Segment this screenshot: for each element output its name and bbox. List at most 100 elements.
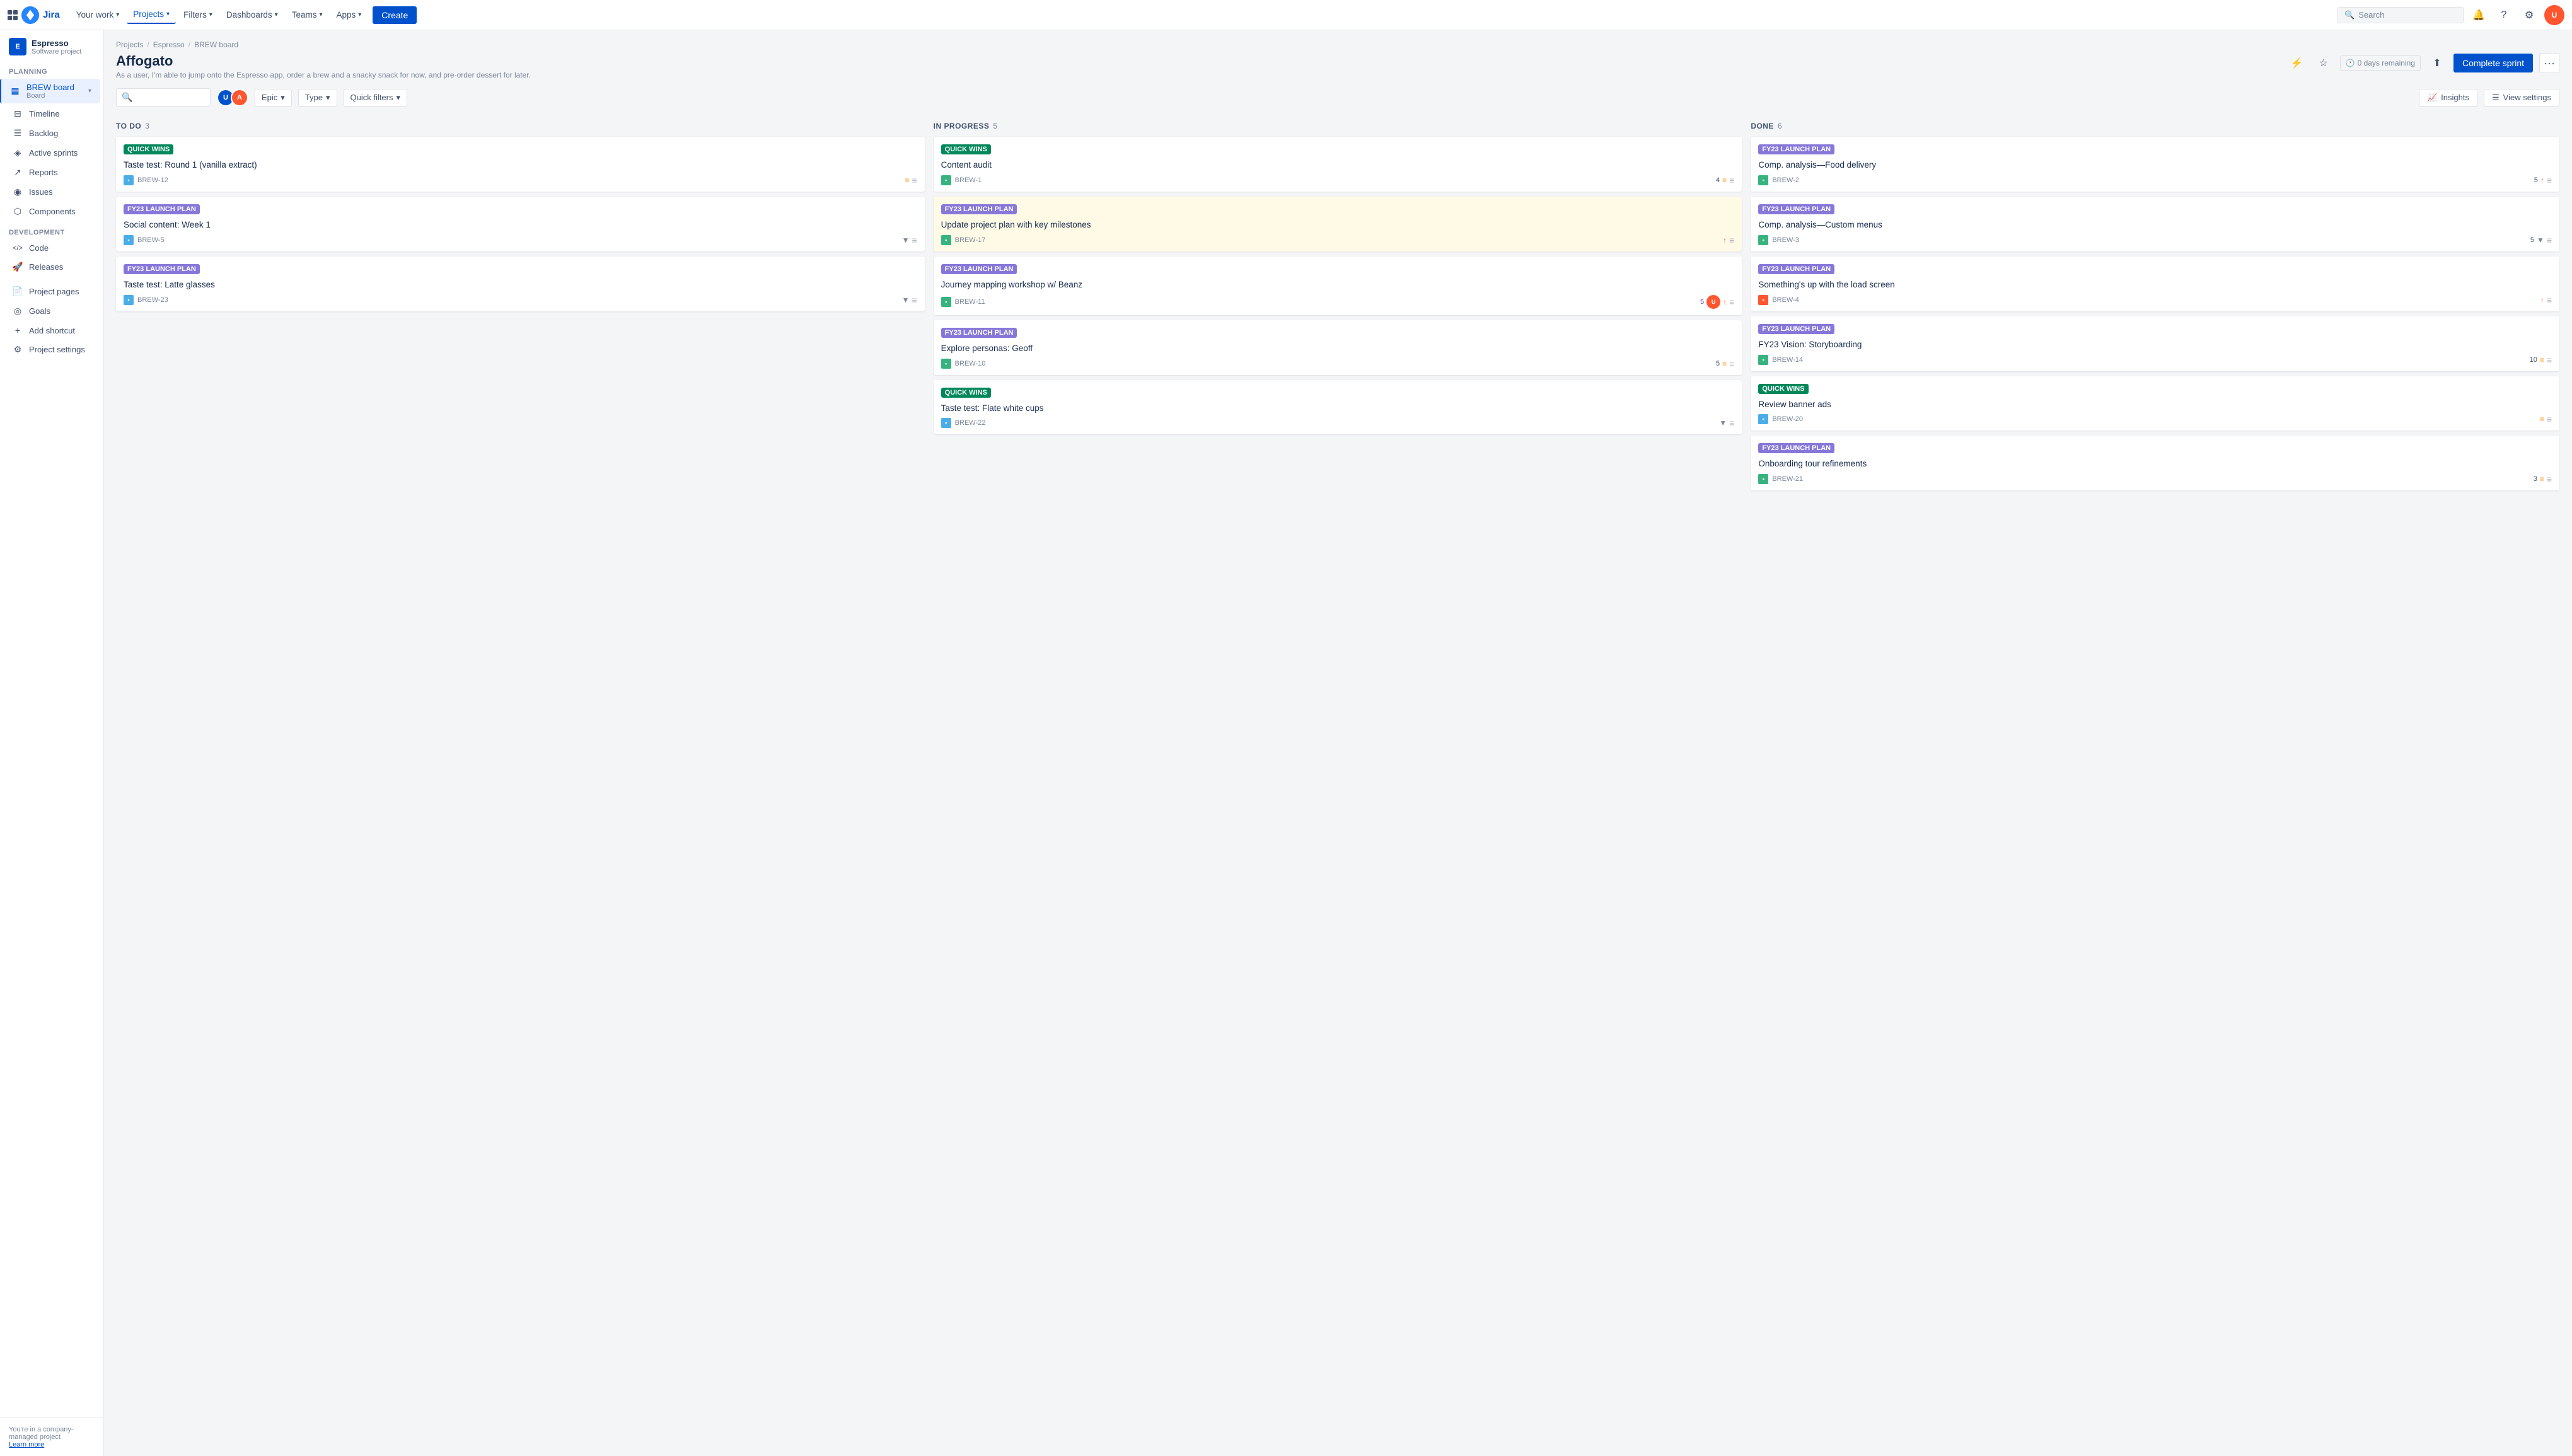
- sidebar-item-timeline[interactable]: ⊟ Timeline: [3, 105, 100, 123]
- card-chevron-icon[interactable]: ▼: [1719, 419, 1727, 427]
- card-footer-right: ↑ ≡: [1723, 235, 1734, 245]
- complete-sprint-button[interactable]: Complete sprint: [2453, 54, 2533, 72]
- create-button[interactable]: Create: [373, 6, 417, 24]
- card-chevron-icon[interactable]: ▼: [2537, 236, 2544, 245]
- sidebar-item-goals[interactable]: ◎ Goals: [3, 302, 100, 320]
- kanban-board: TO DO 3 QUICK WINS Taste test: Round 1 (…: [116, 117, 2559, 490]
- card-menu-icon[interactable]: ≡: [1729, 418, 1734, 428]
- card-footer-right: 5 ↑ ≡: [2534, 175, 2552, 185]
- learn-more-link[interactable]: Learn more: [9, 1441, 44, 1448]
- search-box[interactable]: 🔍 Search: [2337, 7, 2464, 23]
- board-card[interactable]: FY23 LAUNCH PLAN Comp. analysis—Custom m…: [1751, 197, 2559, 251]
- chevron-down-icon: ▾: [396, 93, 400, 103]
- card-menu-icon[interactable]: ≡: [2547, 295, 2552, 305]
- breadcrumb-projects[interactable]: Projects: [116, 40, 143, 49]
- sidebar-item-project-settings[interactable]: ⚙ Project settings: [3, 340, 100, 359]
- card-menu-icon[interactable]: ≡: [2547, 355, 2552, 365]
- board-card[interactable]: QUICK WINS Taste test: Flate white cups …: [934, 380, 1742, 435]
- board-card[interactable]: FY23 LAUNCH PLAN Something's up with the…: [1751, 257, 2559, 311]
- star-button[interactable]: ☆: [2314, 53, 2334, 73]
- sidebar-item-active-sprints[interactable]: ◈ Active sprints: [3, 144, 100, 162]
- card-id: BREW-3: [1772, 236, 1799, 244]
- card-menu-icon[interactable]: ≡: [2547, 474, 2552, 484]
- sidebar-item-backlog-label: Backlog: [29, 129, 58, 138]
- card-chevron-icon[interactable]: ▼: [902, 236, 910, 245]
- kanban-column-done: DONE 6 FY23 LAUNCH PLAN Comp. analysis—F…: [1751, 117, 2559, 490]
- board-card[interactable]: QUICK WINS Content audit ▪ BREW-1 4 ≡ ≡: [934, 137, 1742, 192]
- board-card[interactable]: QUICK WINS Taste test: Round 1 (vanilla …: [116, 137, 925, 192]
- your-work-menu[interactable]: Your work ▾: [70, 6, 126, 23]
- card-chevron-icon[interactable]: ▼: [902, 296, 910, 304]
- card-footer-right: ▼ ≡: [1719, 418, 1734, 428]
- type-dropdown[interactable]: Type ▾: [298, 89, 337, 107]
- board-card[interactable]: FY23 LAUNCH PLAN Update project plan wit…: [934, 197, 1742, 251]
- sidebar-item-add-shortcut[interactable]: + Add shortcut: [3, 321, 100, 339]
- card-label: FY23 LAUNCH PLAN: [1758, 324, 1834, 334]
- card-menu-icon[interactable]: ≡: [1729, 235, 1734, 245]
- card-menu-icon[interactable]: ≡: [1729, 297, 1734, 307]
- column-title: IN PROGRESS: [934, 122, 990, 130]
- chevron-down-icon: ▾: [319, 11, 322, 18]
- board-search-input[interactable]: [136, 93, 205, 102]
- sidebar-item-backlog[interactable]: ☰ Backlog: [3, 124, 100, 142]
- notifications-button[interactable]: 🔔: [2469, 5, 2489, 25]
- board-card[interactable]: FY23 LAUNCH PLAN Journey mapping worksho…: [934, 257, 1742, 315]
- board-search-box[interactable]: 🔍: [116, 88, 211, 107]
- more-options-button[interactable]: ···: [2539, 53, 2559, 73]
- priority-icon: ↑: [2540, 296, 2544, 304]
- card-label: FY23 LAUNCH PLAN: [941, 204, 1017, 214]
- sidebar-item-reports[interactable]: ↗ Reports: [3, 163, 100, 182]
- help-button[interactable]: ?: [2494, 5, 2514, 25]
- avatar-user2[interactable]: A: [231, 89, 248, 107]
- card-title: Journey mapping workshop w/ Beanz: [941, 279, 1735, 291]
- story-points: 5: [1716, 360, 1720, 367]
- card-menu-icon[interactable]: ≡: [1729, 359, 1734, 369]
- card-label: QUICK WINS: [1758, 384, 1808, 394]
- card-menu-icon[interactable]: ≡: [2547, 175, 2552, 185]
- teams-menu[interactable]: Teams ▾: [286, 6, 329, 23]
- card-menu-icon[interactable]: ≡: [912, 295, 917, 305]
- card-menu-icon[interactable]: ≡: [2547, 235, 2552, 245]
- kanban-column-todo: TO DO 3 QUICK WINS Taste test: Round 1 (…: [116, 117, 925, 311]
- board-card[interactable]: FY23 LAUNCH PLAN Explore personas: Geoff…: [934, 320, 1742, 375]
- card-menu-icon[interactable]: ≡: [912, 175, 917, 185]
- chevron-down-icon: ▾: [275, 11, 278, 18]
- quick-filters-dropdown[interactable]: Quick filters ▾: [344, 89, 407, 107]
- card-menu-icon[interactable]: ≡: [912, 235, 917, 245]
- card-menu-icon[interactable]: ≡: [1729, 175, 1734, 185]
- sidebar-item-issues[interactable]: ◉ Issues: [3, 183, 100, 201]
- apps-menu[interactable]: Apps ▾: [330, 6, 368, 23]
- breadcrumb-espresso[interactable]: Espresso: [153, 40, 185, 49]
- sidebar-item-components[interactable]: ⬡ Components: [3, 202, 100, 221]
- card-footer-right: ≡ ≡: [2540, 414, 2552, 424]
- backlog-icon: ☰: [11, 128, 24, 139]
- sidebar-item-code[interactable]: </> Code: [3, 240, 100, 257]
- breadcrumb-brew-board[interactable]: BREW board: [194, 40, 238, 49]
- insights-button[interactable]: 📈 Insights: [2419, 89, 2477, 107]
- board-card[interactable]: FY23 LAUNCH PLAN FY23 Vision: Storyboard…: [1751, 316, 2559, 371]
- board-card[interactable]: FY23 LAUNCH PLAN Social content: Week 1 …: [116, 197, 925, 251]
- epic-dropdown[interactable]: Epic ▾: [255, 89, 292, 107]
- sidebar-item-releases[interactable]: 🚀 Releases: [3, 258, 100, 276]
- card-type-icon: ▪: [124, 295, 134, 305]
- board-card[interactable]: FY23 LAUNCH PLAN Comp. analysis—Food del…: [1751, 137, 2559, 192]
- app-logo[interactable]: Jira: [8, 6, 60, 24]
- card-assignee-avatar: U: [1706, 295, 1720, 309]
- dashboards-menu[interactable]: Dashboards ▾: [220, 6, 284, 23]
- board-card[interactable]: FY23 LAUNCH PLAN Taste test: Latte glass…: [116, 257, 925, 311]
- sidebar-item-project-pages[interactable]: 📄 Project pages: [3, 282, 100, 301]
- lightning-button[interactable]: ⚡: [2287, 53, 2307, 73]
- user-avatar[interactable]: U: [2544, 5, 2564, 25]
- jira-logo-text: Jira: [43, 9, 60, 20]
- card-footer: ▪ BREW-11 5 U ↑ ≡: [941, 295, 1735, 309]
- board-card[interactable]: FY23 LAUNCH PLAN Onboarding tour refinem…: [1751, 436, 2559, 490]
- card-menu-icon[interactable]: ≡: [2547, 414, 2552, 424]
- board-card[interactable]: QUICK WINS Review banner ads ▪ BREW-20 ≡…: [1751, 376, 2559, 431]
- filters-menu[interactable]: Filters ▾: [177, 6, 219, 23]
- share-button[interactable]: ⬆: [2427, 53, 2447, 73]
- sidebar-item-brew-board[interactable]: ▦ BREW board Board ▾: [0, 79, 100, 103]
- projects-menu[interactable]: Projects ▾: [127, 6, 176, 24]
- settings-button[interactable]: ⚙: [2519, 5, 2539, 25]
- view-settings-button[interactable]: ☰ View settings: [2484, 89, 2559, 107]
- column-cards-done: FY23 LAUNCH PLAN Comp. analysis—Food del…: [1751, 137, 2559, 490]
